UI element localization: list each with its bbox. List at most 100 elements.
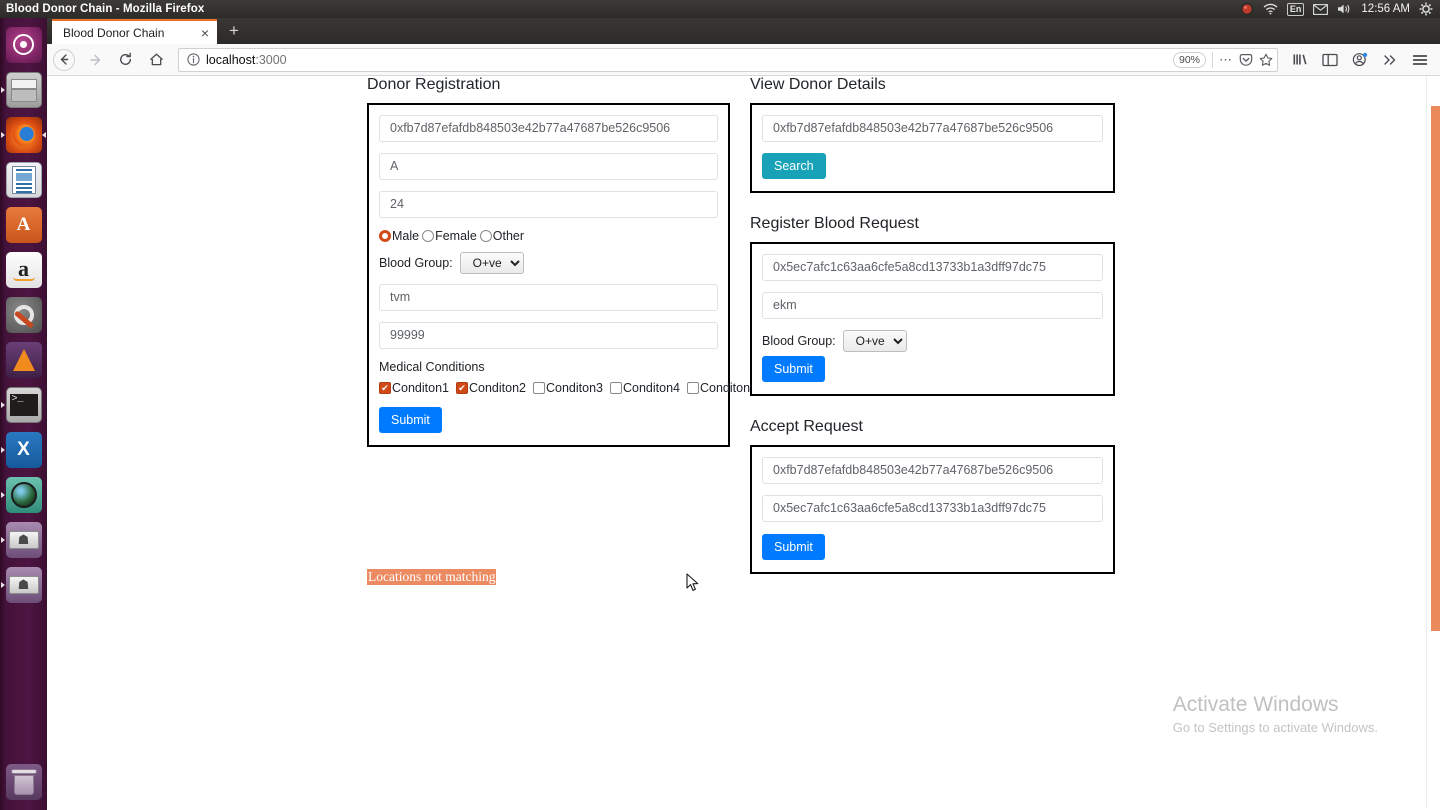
tab-blood-donor-chain[interactable]: Blood Donor Chain × xyxy=(52,19,217,44)
checkbox-condition-1[interactable] xyxy=(379,382,391,394)
running-indicator xyxy=(1,401,5,408)
ellipsis-icon[interactable]: ⋯ xyxy=(1219,53,1233,66)
request-submit-wrap: Submit xyxy=(762,356,1103,382)
left-column: Donor Registration 0xfb7d87efafdb848503e… xyxy=(367,76,757,447)
donor-submit-button[interactable]: Submit xyxy=(379,407,442,433)
firefox-icon xyxy=(5,116,42,153)
donor-blood-group-select[interactable]: O+ve xyxy=(459,252,524,274)
checkbox-condition-4[interactable] xyxy=(610,382,622,394)
radio-label-other[interactable]: Other xyxy=(493,229,524,243)
condition-label-2[interactable]: Conditon2 xyxy=(469,381,526,395)
donor-phone-input[interactable]: 99999 xyxy=(379,322,718,349)
account-icon[interactable] xyxy=(1345,45,1374,74)
launcher-item-amazon[interactable]: a xyxy=(0,247,47,292)
view-donor-search-button[interactable]: Search xyxy=(762,153,826,179)
view-donor-address-input[interactable]: 0xfb7d87efafdb848503e42b77a47687be526c95… xyxy=(762,115,1103,142)
condition-label-1[interactable]: Conditon1 xyxy=(392,381,449,395)
record-icon[interactable] xyxy=(1240,1,1254,17)
system-tray: En 12:56 AM xyxy=(1240,1,1440,17)
mail-icon[interactable] xyxy=(1313,1,1329,17)
keyboard-layout-indicator[interactable]: En xyxy=(1286,2,1305,16)
launcher-item-terminal[interactable]: >_ xyxy=(0,382,47,427)
scrollbar-thumb[interactable] xyxy=(1431,106,1440,631)
launcher-item-libreoffice-writer[interactable] xyxy=(0,157,47,202)
launcher-item-vscode[interactable]: X xyxy=(0,427,47,472)
condition-1[interactable]: Conditon1 xyxy=(379,381,449,395)
condition-3[interactable]: Conditon3 xyxy=(533,381,603,395)
ubuntu-dash-icon xyxy=(5,26,42,63)
close-icon[interactable]: × xyxy=(201,26,209,40)
mouse-cursor xyxy=(686,573,700,598)
terminal-icon: >_ xyxy=(5,386,42,423)
new-tab-button[interactable]: + xyxy=(217,20,251,42)
radio-male[interactable] xyxy=(379,230,391,242)
condition-2[interactable]: Conditon2 xyxy=(456,381,526,395)
usb-drive-icon: ☗ xyxy=(5,521,42,558)
window-title: Blood Donor Chain - Mozilla Firefox xyxy=(6,3,205,15)
request-location-input[interactable]: ekm xyxy=(762,292,1103,319)
terminal-glyph: >_ xyxy=(9,393,38,416)
clock[interactable]: 12:56 AM xyxy=(1361,3,1410,15)
request-blood-group-select[interactable]: O+ve xyxy=(842,330,907,352)
url-port: :3000 xyxy=(255,52,287,67)
forward-button[interactable] xyxy=(80,45,109,74)
gear-icon[interactable] xyxy=(1419,1,1433,17)
donor-location-input[interactable]: tvm xyxy=(379,284,718,311)
checkbox-condition-5[interactable] xyxy=(687,382,699,394)
request-address-input[interactable]: 0x5ec7afc1c63aa6cfe5a8cd13733b1a3dff97dc… xyxy=(762,254,1103,281)
launcher-item-usb-drive-1[interactable]: ☗ xyxy=(0,517,47,562)
home-button[interactable] xyxy=(142,45,171,74)
launcher-item-vlc[interactable] xyxy=(0,337,47,382)
url-bar[interactable]: localhost:3000 90% ⋯ xyxy=(178,47,1278,72)
accept-request-address-input[interactable]: 0x5ec7afc1c63aa6cfe5a8cd13733b1a3dff97dc… xyxy=(762,495,1103,522)
radio-other[interactable] xyxy=(479,230,492,242)
focused-indicator xyxy=(42,131,46,138)
request-submit-button[interactable]: Submit xyxy=(762,356,825,382)
pocket-icon[interactable] xyxy=(1239,53,1253,67)
firefox-window: Blood Donor Chain × + localhost:3000 90%… xyxy=(47,18,1440,810)
launcher-item-trash[interactable] xyxy=(0,759,47,804)
condition-label-3[interactable]: Conditon3 xyxy=(546,381,603,395)
amazon-glyph: a xyxy=(18,255,29,281)
donor-name-input[interactable]: A xyxy=(379,153,718,180)
donor-address-input[interactable]: 0xfb7d87efafdb848503e42b77a47687be526c95… xyxy=(379,115,718,142)
launcher-item-files[interactable] xyxy=(0,67,47,112)
condition-label-5[interactable]: Conditon5 xyxy=(700,381,757,395)
zoom-level-badge[interactable]: 90% xyxy=(1172,51,1206,68)
launcher-item-software-center[interactable]: A xyxy=(0,202,47,247)
accept-submit-button[interactable]: Submit xyxy=(762,534,825,560)
checkbox-condition-3[interactable] xyxy=(533,382,545,394)
sidebar-icon[interactable] xyxy=(1315,45,1344,74)
accept-submit-wrap: Submit xyxy=(762,534,1103,560)
request-blood-group-row: Blood Group: O+ve xyxy=(762,330,1103,352)
chevron-double-right-icon[interactable] xyxy=(1375,45,1404,74)
condition-label-4[interactable]: Conditon4 xyxy=(623,381,680,395)
running-indicator xyxy=(1,581,5,588)
condition-5[interactable]: Conditon5 xyxy=(687,381,757,395)
condition-4[interactable]: Conditon4 xyxy=(610,381,680,395)
page-scrollbar[interactable] xyxy=(1426,76,1440,809)
vscode-glyph: X xyxy=(17,438,30,460)
wifi-icon[interactable] xyxy=(1263,1,1278,17)
reload-button[interactable] xyxy=(111,45,140,74)
toolbar-right xyxy=(1285,45,1434,74)
accept-donor-address-input[interactable]: 0xfb7d87efafdb848503e42b77a47687be526c95… xyxy=(762,457,1103,484)
checkbox-condition-2[interactable] xyxy=(456,382,468,394)
url-text[interactable]: localhost:3000 xyxy=(206,53,1167,67)
star-icon[interactable] xyxy=(1259,53,1273,67)
launcher-item-usb-drive-2[interactable]: ☗ xyxy=(0,562,47,607)
radio-female[interactable] xyxy=(422,230,435,242)
radio-label-male[interactable]: Male xyxy=(392,229,419,243)
back-button[interactable] xyxy=(53,48,75,71)
radio-label-female[interactable]: Female xyxy=(435,229,477,243)
donor-age-input[interactable]: 24 xyxy=(379,191,718,218)
unity-top-panel: Blood Donor Chain - Mozilla Firefox En 1… xyxy=(0,0,1440,18)
volume-icon[interactable] xyxy=(1337,1,1352,17)
launcher-item-firefox[interactable] xyxy=(0,112,47,157)
hamburger-menu-icon[interactable] xyxy=(1405,45,1434,74)
info-icon[interactable] xyxy=(187,53,200,66)
launcher-item-ubuntu-dash[interactable] xyxy=(0,22,47,67)
library-icon[interactable] xyxy=(1285,45,1314,74)
launcher-item-world-app[interactable] xyxy=(0,472,47,517)
launcher-item-system-settings[interactable] xyxy=(0,292,47,337)
